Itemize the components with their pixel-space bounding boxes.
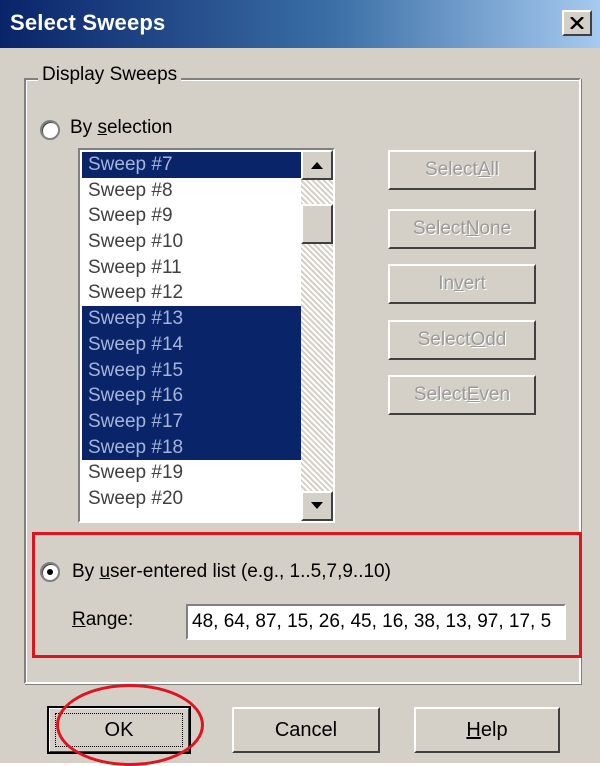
select-odd-pre: Select — [417, 329, 471, 350]
invert-pre: In — [438, 273, 455, 294]
title-bar[interactable]: Select Sweeps — [0, 0, 600, 48]
close-button[interactable] — [562, 10, 592, 36]
list-item[interactable]: Sweep #20 — [82, 486, 303, 512]
select-even-button[interactable]: Select Even — [388, 375, 536, 415]
cancel-button[interactable]: Cancel — [232, 707, 380, 753]
select-odd-post: dd — [485, 329, 507, 350]
list-item[interactable]: Sweep #11 — [82, 255, 303, 281]
list-item[interactable]: Sweep #17 — [82, 408, 303, 435]
range-label: Range: — [72, 609, 133, 631]
list-item[interactable]: Sweep #18 — [82, 434, 303, 461]
by-user-list-radio[interactable] — [40, 562, 60, 582]
help-mnemonic: H — [466, 718, 481, 741]
arrow-up-icon — [311, 162, 323, 169]
invert-button[interactable]: In v ert — [388, 264, 536, 304]
help-button[interactable]: Help — [414, 707, 560, 753]
list-item[interactable]: Sweep #10 — [82, 229, 303, 255]
cancel-label: Cancel — [274, 718, 338, 741]
by-selection-label-pre: By — [70, 117, 98, 138]
close-icon — [570, 17, 584, 29]
range-label-post: ange: — [85, 609, 134, 630]
select-none-button[interactable]: Select None — [388, 209, 536, 249]
by-user-list-label-mnemonic: u — [99, 561, 111, 582]
by-selection-label-mnemonic: s — [97, 117, 107, 138]
select-all-button[interactable]: Select All — [388, 150, 536, 190]
select-even-mnemonic: E — [466, 384, 480, 405]
list-item[interactable]: Sweep #13 — [82, 306, 303, 332]
scroll-thumb[interactable] — [301, 204, 333, 244]
select-all-post: ll — [490, 159, 499, 180]
by-selection-radio[interactable] — [40, 120, 60, 140]
scroll-up-button[interactable] — [301, 150, 333, 180]
list-item[interactable]: Sweep #12 — [82, 280, 303, 306]
select-all-mnemonic: A — [477, 159, 491, 180]
ok-circle-annotation — [56, 684, 204, 766]
list-item[interactable]: Sweep #19 — [82, 460, 303, 486]
select-sweeps-dialog: Select Sweeps Display Sweeps By selectio… — [0, 0, 600, 766]
select-none-mnemonic: N — [465, 218, 480, 239]
by-selection-label[interactable]: By selection — [70, 117, 172, 139]
select-odd-mnemonic: O — [470, 329, 486, 350]
scroll-down-button[interactable] — [301, 491, 333, 521]
select-even-post: ven — [479, 384, 511, 405]
list-item[interactable]: Sweep #16 — [82, 383, 303, 409]
list-item[interactable]: Sweep #9 — [82, 203, 303, 229]
select-even-pre: Select — [413, 384, 467, 405]
select-all-pre: Select — [425, 159, 478, 180]
invert-post: ert — [463, 273, 486, 294]
by-user-list-label-post: ser-entered list (e.g., 1..5,7,9..10) — [110, 561, 391, 582]
select-odd-button[interactable]: Select Odd — [388, 320, 536, 360]
range-label-mnemonic: R — [72, 609, 86, 630]
invert-mnemonic: v — [454, 273, 464, 294]
help-post: elp — [480, 718, 508, 741]
listbox-scrollbar[interactable] — [301, 150, 333, 521]
select-none-post: one — [479, 218, 512, 239]
by-user-list-label[interactable]: By user-entered list (e.g., 1..5,7,9..10… — [72, 561, 391, 583]
sweep-list: Sweep #7 Sweep #8 Sweep #9 Sweep #10 Sweep #… — [82, 152, 303, 512]
window-title: Select Sweeps — [10, 10, 166, 35]
list-item[interactable]: Sweep #8 — [82, 178, 303, 204]
by-user-list-label-pre: By — [72, 561, 100, 582]
sweep-listbox[interactable]: Sweep #7 Sweep #8 Sweep #9 Sweep #10 Sweep #… — [78, 148, 335, 523]
list-item[interactable]: Sweep #7 — [82, 152, 303, 178]
list-item[interactable]: Sweep #14 — [82, 331, 303, 358]
by-selection-label-post: election — [106, 117, 173, 138]
range-input[interactable]: 48, 64, 87, 15, 26, 45, 16, 38, 13, 97, … — [186, 604, 566, 640]
select-none-pre: Select — [412, 218, 466, 239]
display-sweeps-legend: Display Sweeps — [38, 64, 182, 86]
list-item[interactable]: Sweep #15 — [82, 357, 303, 384]
arrow-down-icon — [311, 502, 323, 509]
